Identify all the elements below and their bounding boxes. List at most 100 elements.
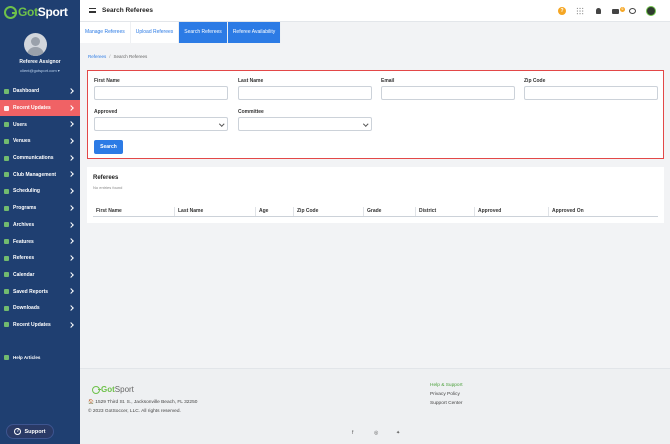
sidebar-item-label: Recent Updates [13,321,51,328]
support-label: Support [24,428,46,435]
sidebar-item-calendar[interactable]: Calendar [0,267,80,284]
download-icon [4,305,9,311]
star-icon [4,239,9,245]
footer: GotSport 🏠 1529 Third St. S., Jacksonvil… [80,368,670,444]
approved-label: Approved [94,109,118,115]
sidebar-item-label: Saved Reports [13,288,49,295]
sidebar-item-scheduling[interactable]: Scheduling [0,183,80,200]
first-name-label: First Name [94,78,120,84]
footer-logo-mark-icon [92,385,101,394]
sidebar-item-label: Referees [13,255,35,262]
mail-badge: 6 [620,7,625,13]
bell-icon[interactable] [595,8,601,14]
footer-address: 🏠 1529 Third St. S., Jacksonville Beach,… [88,400,198,405]
sidebar-item-features[interactable]: Features [0,233,80,250]
sidebar-item-label: Communications [13,155,54,162]
sidebar-item-label: Venues [13,138,31,145]
sidebar-item-saved-reports[interactable]: Saved Reports [0,283,80,300]
sidebar-item-downloads[interactable]: Downloads [0,300,80,317]
tab-referee-availability[interactable]: Referee Availability [227,22,282,43]
chevron-right-icon [68,238,74,245]
logo-text: GotSport [18,5,68,19]
last-name-input[interactable] [238,86,372,100]
question-icon: ? [14,428,22,435]
user-email-dropdown[interactable]: client@gotsport.com ▾ [0,68,80,73]
help-articles-label: Help Articles [13,355,41,360]
chevron-right-icon [68,121,74,128]
search-form: First Name Last Name Email Zip Code Appr… [87,70,664,159]
sidebar-item-venues[interactable]: Venues [0,133,80,150]
column-age[interactable]: Age [255,207,268,216]
refresh-icon [4,322,9,328]
whistle-icon [4,255,9,261]
sidebar-item-referees[interactable]: Referees [0,250,80,267]
logo-mark-icon [4,5,17,19]
tab-manage-referees[interactable]: Manage Referees [80,22,131,43]
help-icon[interactable]: ? [558,7,566,15]
sidebar-item-label: Features [13,238,34,245]
sidebar-item-dashboard[interactable]: Dashboard [0,83,80,100]
help-support-link[interactable]: Help & Support [430,383,463,392]
results-panel: Referees No entries found First Name Las… [87,167,664,223]
clock-icon [4,105,9,111]
map-pin-icon [4,138,9,144]
approved-select[interactable] [94,117,228,131]
chevron-right-icon [68,255,74,261]
column-grade[interactable]: Grade [363,207,381,216]
chevron-right-icon [68,138,74,144]
header-avatar[interactable] [646,6,656,16]
apps-grid-icon[interactable] [576,7,584,15]
breadcrumb-referees[interactable]: Referees [88,54,106,59]
chevron-right-icon [68,221,74,228]
sidebar-item-label: Downloads [13,305,40,312]
sidebar-item-archives[interactable]: Archives [0,217,80,234]
column-approved[interactable]: Approved [474,207,501,216]
footer-copyright: © 2023 GotSoccer, LLC. All rights reserv… [88,409,181,414]
top-header: Search Referees ? 6 [80,0,670,22]
sidebar: GotSport Referee Assignor client@gotspor… [0,0,80,444]
tab-upload-referees[interactable]: Upload Referees [130,22,180,43]
first-name-input[interactable] [94,86,228,100]
column-first-name[interactable]: First Name [93,207,122,216]
archive-icon [4,222,9,228]
support-center-link[interactable]: Support Center [430,401,463,410]
sidebar-nav: Dashboard Recent Updates Users Venues Co… [0,83,80,333]
footer-logo-text: GotSport [101,385,134,394]
column-approved-on[interactable]: Approved On [548,207,584,216]
sidebar-item-label: Dashboard [13,88,40,95]
twitter-icon[interactable]: ✦ [396,430,400,436]
email-input[interactable] [381,86,515,100]
support-button[interactable]: ? Support [6,424,54,439]
sidebar-item-club-management[interactable]: Club Management [0,166,80,183]
sidebar-item-communications[interactable]: Communications [0,150,80,167]
gotsport-logo[interactable]: GotSport [4,3,74,21]
document-icon [4,205,9,211]
sidebar-item-recent-updates-2[interactable]: Recent Updates [0,317,80,334]
user-avatar[interactable] [24,33,47,56]
sidebar-item-users[interactable]: Users [0,116,80,133]
instagram-icon[interactable]: ◎ [374,430,378,436]
tab-search-referees[interactable]: Search Referees [179,22,228,43]
results-table-header: First Name Last Name Age Zip Code Grade … [93,206,658,217]
sidebar-item-recent-updates[interactable]: Recent Updates [0,99,80,117]
hamburger-menu-icon[interactable] [89,8,96,13]
footer-logo[interactable]: GotSport [92,385,134,394]
committee-select[interactable] [238,117,372,131]
column-district[interactable]: District [415,207,436,216]
privacy-policy-link[interactable]: Privacy Policy [430,392,463,401]
last-name-label: Last Name [238,78,264,84]
chevron-right-icon [68,271,74,278]
help-articles-link[interactable]: Help Articles [4,355,40,360]
sidebar-item-programs[interactable]: Programs [0,200,80,217]
zip-code-label: Zip Code [524,78,546,84]
column-last-name[interactable]: Last Name [174,207,203,216]
chat-icon[interactable] [629,8,636,14]
chevron-right-icon [68,321,74,328]
users-icon [4,122,9,128]
zip-code-input[interactable] [524,86,658,100]
column-zip-code[interactable]: Zip Code [293,207,318,216]
mail-icon[interactable]: 6 [612,7,625,15]
facebook-icon[interactable]: f [352,430,353,436]
chevron-right-icon [68,188,74,194]
search-button[interactable]: Search [94,140,123,154]
